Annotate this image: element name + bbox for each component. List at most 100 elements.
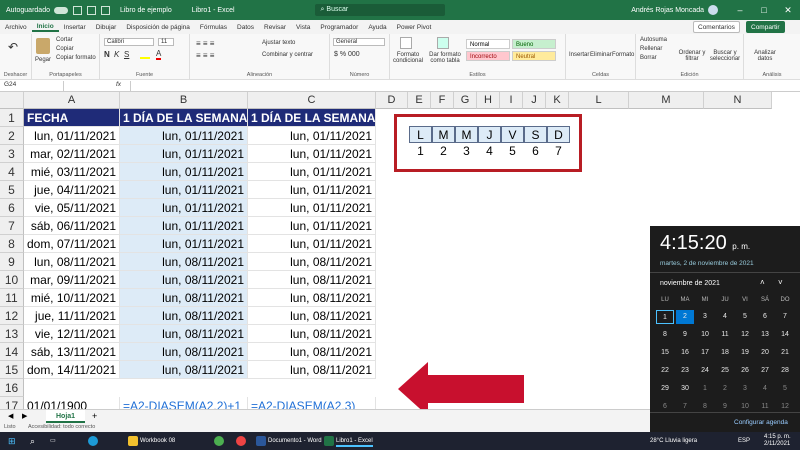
calendar-day[interactable]: 28: [776, 364, 794, 378]
weather-widget[interactable]: 28°C Lluvia ligera: [650, 435, 697, 447]
calendar-day[interactable]: 22: [656, 364, 674, 378]
calendar-day[interactable]: 15: [656, 346, 674, 360]
document-title[interactable]: Libro de ejemplo: [120, 7, 172, 14]
taskbar-search-icon[interactable]: ⌕: [30, 435, 35, 447]
column-header-c[interactable]: C: [248, 92, 376, 109]
taskbar-item-word[interactable]: Documento1 - Word: [268, 435, 322, 447]
cell-a7[interactable]: sáb, 06/11/2021: [24, 217, 120, 235]
close-icon[interactable]: ✕: [776, 5, 800, 16]
cell-c7[interactable]: lun, 01/11/2021: [248, 217, 376, 235]
calendar-day[interactable]: 9: [676, 328, 694, 342]
tab-datos[interactable]: Datos: [232, 24, 259, 31]
cell-a1[interactable]: FECHA: [24, 109, 120, 127]
minimize-icon[interactable]: –: [728, 5, 752, 15]
font-name-select[interactable]: Calibri: [104, 38, 154, 46]
cell-a4[interactable]: mié, 03/11/2021: [24, 163, 120, 181]
cell-a10[interactable]: mar, 09/11/2021: [24, 271, 120, 289]
tab-formulas[interactable]: Fórmulas: [195, 24, 232, 31]
paste-icon[interactable]: [36, 38, 50, 54]
cell-b4[interactable]: lun, 01/11/2021: [120, 163, 248, 181]
tab-power-pivot[interactable]: Power Pivot: [392, 24, 437, 31]
share-button[interactable]: Compartir: [746, 21, 785, 33]
calendar-day[interactable]: 7: [776, 310, 794, 324]
calendar-day[interactable]: 5: [736, 310, 754, 324]
row-header-2[interactable]: 2: [0, 127, 24, 145]
row-header-6[interactable]: 6: [0, 199, 24, 217]
cell-c6[interactable]: lun, 01/11/2021: [248, 199, 376, 217]
calendar-day[interactable]: 12: [736, 328, 754, 342]
cell-a14[interactable]: sáb, 13/11/2021: [24, 343, 120, 361]
column-header-n[interactable]: N: [704, 92, 772, 109]
italic-button[interactable]: K: [114, 50, 119, 59]
row-header-9[interactable]: 9: [0, 253, 24, 271]
autosave-toggle[interactable]: [53, 6, 68, 14]
calendar-day[interactable]: 14: [776, 328, 794, 342]
select-all-corner[interactable]: [0, 92, 24, 109]
chevron-up-icon[interactable]: ˄: [760, 278, 765, 287]
row-header-11[interactable]: 11: [0, 289, 24, 307]
formula-input[interactable]: [130, 81, 790, 91]
calendar-day[interactable]: 27: [756, 364, 774, 378]
clock-date[interactable]: martes, 2 de noviembre de 2021: [660, 260, 754, 267]
cell-a3[interactable]: mar, 02/11/2021: [24, 145, 120, 163]
app-icon[interactable]: [236, 436, 246, 446]
calendar-month[interactable]: noviembre de 2021: [660, 280, 720, 287]
cell-c9[interactable]: lun, 08/11/2021: [248, 253, 376, 271]
undo-icon[interactable]: [86, 5, 96, 15]
cell-c5[interactable]: lun, 01/11/2021: [248, 181, 376, 199]
cell-c8[interactable]: lun, 01/11/2021: [248, 235, 376, 253]
cell-b13[interactable]: lun, 08/11/2021: [120, 325, 248, 343]
undo-button[interactable]: ↶: [8, 40, 18, 54]
name-box[interactable]: G24: [4, 81, 64, 91]
analyze-data-button[interactable]: Analizar datos: [750, 50, 780, 62]
search-box[interactable]: ⌕ Buscar: [314, 4, 445, 16]
language-indicator[interactable]: ESP: [738, 435, 750, 447]
style-neutral[interactable]: Neutral: [512, 51, 556, 61]
edge-icon[interactable]: [88, 436, 98, 446]
row-header-13[interactable]: 13: [0, 325, 24, 343]
cell-a9[interactable]: lun, 08/11/2021: [24, 253, 120, 271]
cell-b14[interactable]: lun, 08/11/2021: [120, 343, 248, 361]
row-header-4[interactable]: 4: [0, 163, 24, 181]
calendar-day[interactable]: 30: [676, 382, 694, 396]
column-header-g[interactable]: G: [454, 92, 477, 109]
format-table-button[interactable]: Dar formato como tabla: [426, 52, 464, 64]
cell-b12[interactable]: lun, 08/11/2021: [120, 307, 248, 325]
calendar-day[interactable]: 26: [736, 364, 754, 378]
cell-b15[interactable]: lun, 08/11/2021: [120, 361, 248, 379]
merge-center-button[interactable]: Combinar y centrar: [262, 52, 313, 58]
cell-b3[interactable]: lun, 01/11/2021: [120, 145, 248, 163]
sheet-nav-left-icon[interactable]: ◀: [8, 412, 13, 420]
font-color-icon[interactable]: A: [156, 50, 162, 60]
cell-a5[interactable]: jue, 04/11/2021: [24, 181, 120, 199]
chrome-icon[interactable]: [214, 436, 224, 446]
fill-color-icon[interactable]: [140, 51, 150, 59]
word-icon[interactable]: [256, 436, 266, 446]
calendar-day[interactable]: 21: [776, 346, 794, 360]
row-header-16[interactable]: 16: [0, 379, 24, 397]
row-header-10[interactable]: 10: [0, 271, 24, 289]
cell-b2[interactable]: lun, 01/11/2021: [120, 127, 248, 145]
calendar-day[interactable]: 8: [656, 328, 674, 342]
row-header-15[interactable]: 15: [0, 361, 24, 379]
align-icons-2[interactable]: ≡ ≡ ≡: [196, 51, 214, 60]
file-explorer-icon[interactable]: [128, 436, 138, 446]
add-sheet-button[interactable]: +: [92, 411, 97, 421]
copy-button[interactable]: Copiar: [56, 46, 74, 52]
format-cells-button[interactable]: Formato: [612, 52, 634, 58]
save-icon[interactable]: [72, 5, 82, 15]
cell-c11[interactable]: lun, 08/11/2021: [248, 289, 376, 307]
cell-b8[interactable]: lun, 01/11/2021: [120, 235, 248, 253]
cell-b7[interactable]: lun, 01/11/2021: [120, 217, 248, 235]
cell-c4[interactable]: lun, 01/11/2021: [248, 163, 376, 181]
calendar-day[interactable]: 4: [716, 310, 734, 324]
cell-b9[interactable]: lun, 08/11/2021: [120, 253, 248, 271]
column-header-m[interactable]: M: [629, 92, 704, 109]
calendar-day[interactable]: 1: [656, 310, 674, 324]
calendar-day[interactable]: 25: [716, 364, 734, 378]
user-name[interactable]: Andrés Rojas Moncada: [631, 7, 704, 14]
calendar-day[interactable]: 3: [736, 382, 754, 396]
cell-c2[interactable]: lun, 01/11/2021: [248, 127, 376, 145]
clear-button[interactable]: Borrar: [640, 55, 657, 61]
paste-button[interactable]: Pegar: [35, 57, 51, 63]
